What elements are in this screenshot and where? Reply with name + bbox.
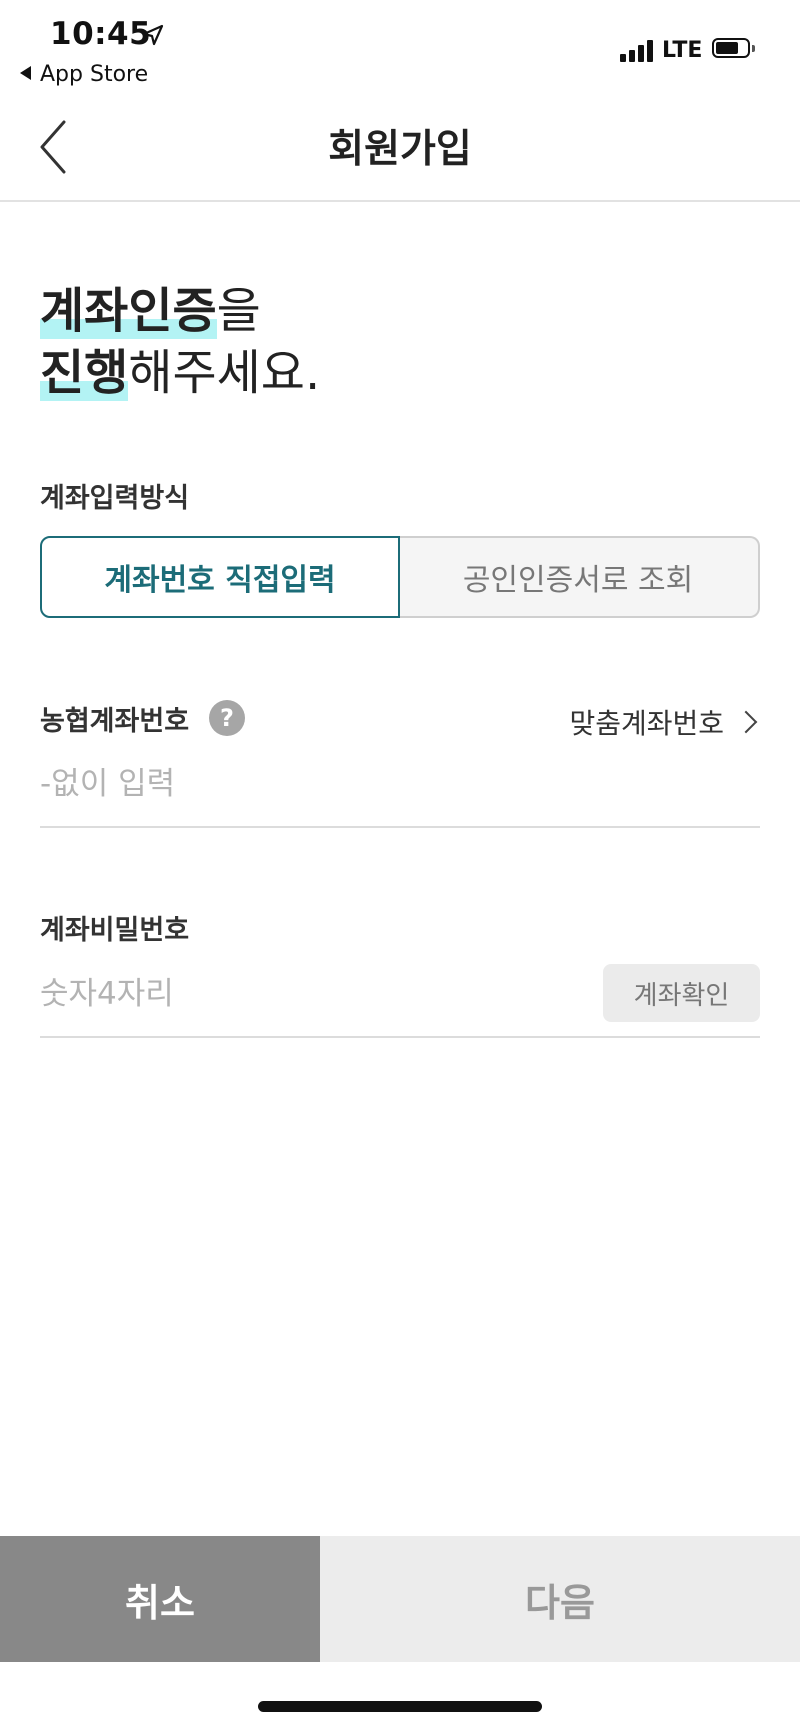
signal-icon [620,40,656,62]
custom-account-label: 맞춤계좌번호 [569,707,724,740]
account-password-label: 계좌비밀번호 [40,915,190,946]
account-method-toggle: 계좌번호 직접입력 공인인증서로 조회 [40,536,760,618]
account-number-label: 농협계좌번호 [40,706,190,737]
battery-icon [712,38,756,62]
heading-text-1: 을 [216,283,261,339]
back-triangle-icon [20,66,31,80]
account-method-label: 계좌입력방식 [40,483,190,514]
page-title: 회원가입 [328,127,472,172]
header-divider [0,200,800,202]
custom-account-link[interactable]: 맞춤계좌번호 [569,702,760,742]
account-password-input[interactable] [40,972,580,1016]
direct-input-option[interactable]: 계좌번호 직접입력 [40,536,400,618]
status-time: 10:45 [50,16,152,52]
next-button[interactable]: 다음 [320,1536,800,1662]
help-icon[interactable]: ? [209,700,245,736]
chevron-right-icon [734,710,758,734]
instruction-heading: 계좌인증을 진행해주세요. [40,280,320,404]
certificate-lookup-option[interactable]: 공인인증서로 조회 [398,536,760,618]
cancel-button[interactable]: 취소 [0,1536,320,1662]
heading-text-2: 해주세요. [128,345,321,401]
back-to-app-label: App Store [40,62,149,87]
account-password-underline [40,1036,760,1038]
account-number-input[interactable] [40,762,760,806]
account-confirm-button[interactable]: 계좌확인 [603,964,760,1022]
heading-highlight-2: 진행 [40,345,129,401]
account-number-underline [40,826,760,828]
back-to-app-link[interactable]: App Store [20,62,148,87]
location-arrow-icon [142,24,164,46]
heading-highlight-1: 계좌인증 [40,283,217,339]
network-type: LTE [662,38,703,63]
home-indicator[interactable] [258,1701,542,1712]
